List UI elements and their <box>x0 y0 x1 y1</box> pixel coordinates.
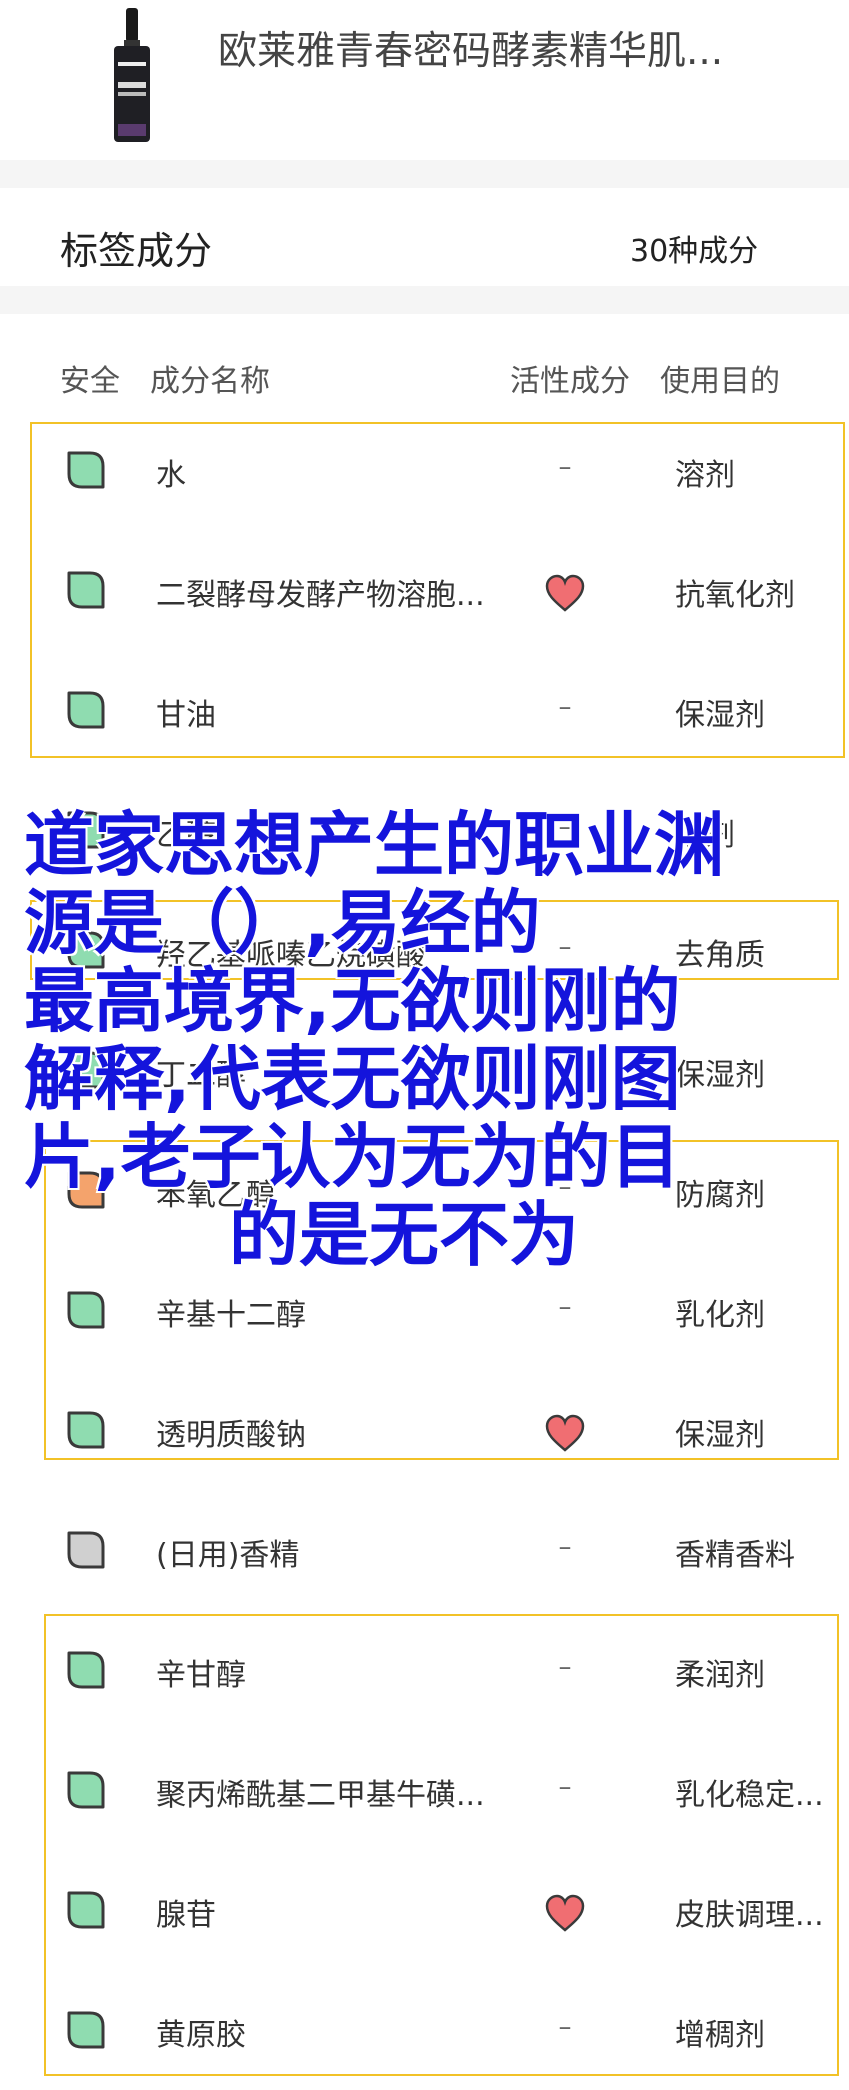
safety-shield-icon <box>67 1531 105 1569</box>
ingredient-name: 甘油 <box>156 698 216 733</box>
ingredient-name: 黄原胶 <box>156 2018 246 2053</box>
column-header-active: 活性成分 <box>510 364 630 399</box>
ingredient-row[interactable]: (日用)香精 – 香精香料 <box>0 1490 849 1610</box>
active-ingredient-marker: – <box>558 1652 572 1682</box>
heart-icon <box>545 1414 585 1452</box>
ingredient-purpose: 皮肤调理... <box>675 1898 824 1933</box>
ingredient-row[interactable]: 黄原胶 – 增稠剂 <box>0 1970 849 2090</box>
ingredient-row[interactable]: 透明质酸钠 保湿剂 <box>0 1370 849 1490</box>
ingredient-purpose: 乳化稳定... <box>675 1778 824 1813</box>
active-ingredient-marker: – <box>558 692 572 722</box>
safety-shield-icon <box>67 691 105 729</box>
ingredient-purpose: 保湿剂 <box>675 1418 765 1453</box>
ingredient-row[interactable]: 腺苷 皮肤调理... <box>0 1850 849 1970</box>
ingredient-row[interactable]: 甘油 – 保湿剂 <box>0 650 849 770</box>
ingredient-purpose: 柔润剂 <box>675 1658 765 1693</box>
product-bottle-image <box>114 8 150 142</box>
section-divider <box>0 286 849 314</box>
ingredient-name: 聚丙烯酰基二甲基牛磺... <box>156 1778 485 1813</box>
overlay-line: 最高境界,无欲则刚的 <box>24 960 681 1042</box>
ingredient-row[interactable]: 辛甘醇 – 柔润剂 <box>0 1610 849 1730</box>
ingredient-name: 腺苷 <box>156 1898 216 1933</box>
product-name: 欧莱雅青春密码酵素精华肌... <box>218 29 724 74</box>
active-ingredient-marker: – <box>558 1772 572 1802</box>
column-header-purpose: 使用目的 <box>660 364 780 399</box>
section-divider <box>0 160 849 188</box>
overlay-headline: 道家思想产生的职业渊 源是（）,易经的 最高境界,无欲则刚的 解释,代表无欲则刚… <box>24 806 844 1274</box>
tag-title: 标签成分 <box>60 229 213 273</box>
safety-shield-icon <box>67 1891 105 1929</box>
active-ingredient-marker: – <box>558 1532 572 1562</box>
overlay-line: 源是（）,易经的 <box>24 882 541 964</box>
ingredient-purpose: 乳化剂 <box>675 1298 765 1333</box>
safety-shield-icon <box>67 1291 105 1329</box>
safety-shield-icon <box>67 451 105 489</box>
safety-shield-icon <box>67 2011 105 2049</box>
column-header-safety: 安全 <box>60 364 120 399</box>
ingredient-name: 水 <box>156 458 186 493</box>
heart-icon <box>545 574 585 612</box>
overlay-line: 道家思想产生的职业渊 <box>24 804 724 886</box>
ingredient-name: (日用)香精 <box>156 1538 300 1573</box>
product-header[interactable]: 欧莱雅青春密码酵素精华肌... <box>0 0 849 160</box>
ingredient-name: 二裂酵母发酵产物溶胞... <box>156 578 485 613</box>
ingredient-row[interactable]: 水 – 溶剂 <box>0 410 849 530</box>
ingredient-purpose: 保湿剂 <box>675 698 765 733</box>
ingredient-name: 透明质酸钠 <box>156 1418 306 1453</box>
column-header-name: 成分名称 <box>150 364 270 399</box>
ingredient-name: 辛基十二醇 <box>156 1298 306 1333</box>
overlay-line: 的是无不为 <box>229 1194 579 1276</box>
active-ingredient-marker: – <box>558 2012 572 2042</box>
ingredient-purpose: 增稠剂 <box>675 2018 765 2053</box>
safety-shield-icon <box>67 1411 105 1449</box>
overlay-line: 片,老子认为无为的目 <box>24 1116 681 1198</box>
ingredient-count: 30种成分 <box>630 234 759 269</box>
ingredient-purpose: 香精香料 <box>675 1538 795 1573</box>
ingredient-row[interactable]: 聚丙烯酰基二甲基牛磺... – 乳化稳定... <box>0 1730 849 1850</box>
ingredient-name: 辛甘醇 <box>156 1658 246 1693</box>
safety-shield-icon <box>67 571 105 609</box>
overlay-line: 解释,代表无欲则刚图 <box>24 1038 681 1120</box>
heart-icon <box>545 1894 585 1932</box>
ingredient-row[interactable]: 二裂酵母发酵产物溶胞... 抗氧化剂 <box>0 530 849 650</box>
safety-shield-icon <box>67 1771 105 1809</box>
ingredient-purpose: 抗氧化剂 <box>675 578 795 613</box>
ingredient-purpose: 溶剂 <box>675 458 735 493</box>
active-ingredient-marker: – <box>558 1292 572 1322</box>
active-ingredient-marker: – <box>558 452 572 482</box>
safety-shield-icon <box>67 1651 105 1689</box>
